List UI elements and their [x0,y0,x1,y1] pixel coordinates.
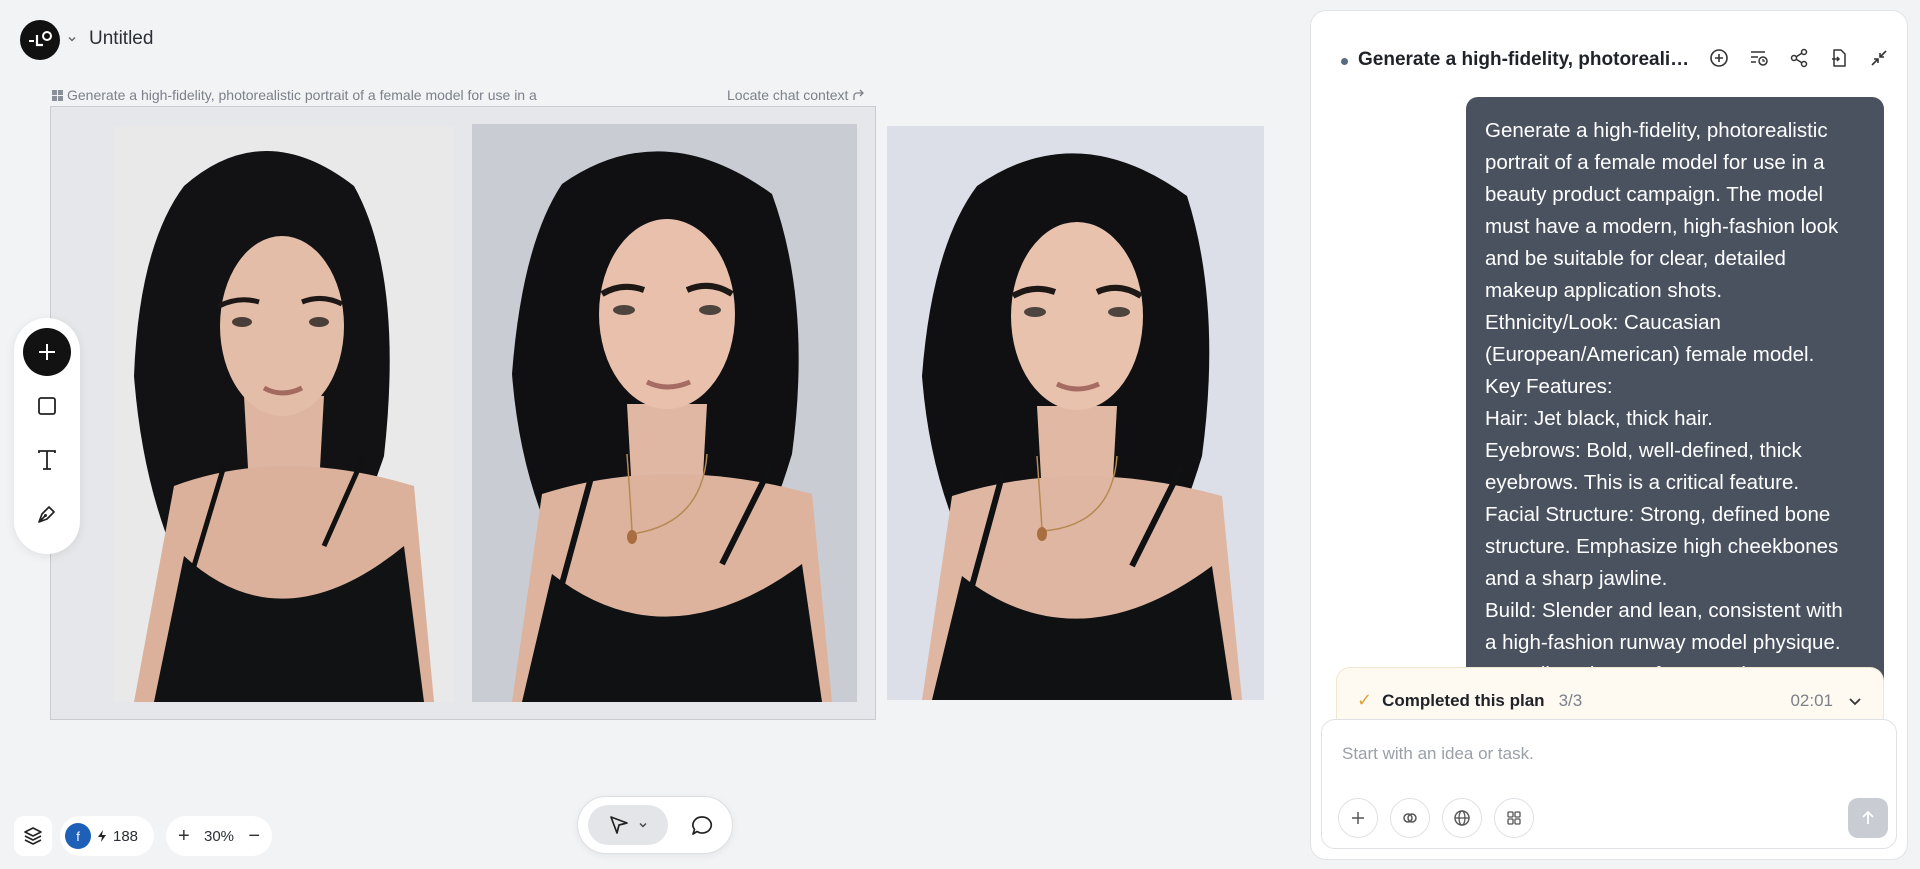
globe-icon [1454,810,1470,826]
message-line: portrait of a female model for use in a [1485,151,1825,174]
share-icon [1790,48,1808,68]
text-icon [38,450,56,470]
message-line: makeup application shots. [1485,279,1723,302]
apps-grid-icon [1507,811,1521,825]
export-button[interactable] [1826,45,1852,71]
add-tool-button[interactable] [23,328,71,376]
link-icon [1403,813,1417,823]
message-line: a high-fashion runway model physique. [1485,631,1841,654]
message-composer[interactable]: Start with an idea or task. [1321,719,1897,849]
plan-elapsed-time: 02:01 [1790,690,1833,710]
chevron-down-icon [639,823,647,828]
message-line: must have a modern, high-fashion look [1485,215,1839,238]
message-line: Generate a high-fidelity, photorealistic [1485,119,1828,142]
plan-step-count: 3/3 [1558,690,1583,710]
rectangle-tool-button[interactable] [23,382,71,430]
composer-input[interactable]: Start with an idea or task. [1342,744,1534,764]
link-button[interactable] [1390,798,1430,838]
apps-button[interactable] [1494,798,1534,838]
check-icon: ✓ [1357,690,1373,710]
lightning-icon [98,830,106,842]
tool-palette [14,318,80,554]
locate-chat-context-label: Locate chat context [727,87,849,103]
app-logo[interactable] [20,20,60,60]
zoom-level: 30% [203,827,235,845]
zoom-in-button[interactable]: + [178,826,190,846]
portrait-image-3[interactable] [887,126,1264,700]
pen-tool-button[interactable] [23,490,71,538]
chevron-down-icon[interactable] [66,33,78,45]
logo-icon [29,31,52,47]
message-line: Facial Structure: Strong, defined bone [1485,503,1831,526]
plus-icon [1352,812,1364,824]
attach-button[interactable] [1338,798,1378,838]
document-export-icon [1832,49,1846,67]
portrait-2-graphic [472,124,857,702]
portrait-image-2[interactable] [472,124,857,702]
plan-status-label: Completed this plan [1382,690,1545,710]
cursor-icon [610,816,628,834]
select-mode-button[interactable] [588,805,668,845]
frame-grid-icon [52,89,63,101]
message-line: (European/American) female model. [1485,343,1815,366]
user-message-bubble: Generate a high-fidelity, photorealistic… [1466,97,1884,697]
collapse-icon [1871,50,1887,66]
plus-icon [39,344,55,360]
collapse-panel-button[interactable] [1866,45,1892,71]
history-button[interactable] [1746,45,1772,71]
zoom-control: + 30% − [166,816,272,856]
arrow-up-icon [1862,810,1874,824]
rectangle-icon [38,397,56,415]
text-tool-button[interactable] [23,436,71,484]
avatar[interactable]: f [65,823,91,849]
message-line: Key Features: [1485,375,1613,398]
history-icon [1751,51,1768,66]
layers-icon [24,827,42,845]
mode-toolbar [577,796,733,854]
message-line: eyebrows. This is a critical feature. [1485,471,1800,494]
frame-label: Generate a high-fidelity, photorealistic… [52,87,537,103]
web-search-button[interactable] [1442,798,1482,838]
redirect-arrow-icon [853,89,865,100]
new-chat-button[interactable] [1706,45,1732,71]
chat-panel: Generate a high-fidelity, photorealisti.… [1310,10,1908,860]
status-dot [1341,58,1348,65]
chevron-down-icon[interactable] [1847,693,1863,709]
pen-icon [38,506,55,523]
plus-circle-icon [1710,49,1728,67]
portrait-3-graphic [887,126,1264,700]
share-button[interactable] [1786,45,1812,71]
frame-label-text: Generate a high-fidelity, photorealistic… [67,87,537,103]
chat-header-actions [1706,45,1892,71]
message-line: Ethnicity/Look: Caucasian [1485,311,1721,334]
zoom-out-button[interactable]: − [248,826,260,846]
layers-button[interactable] [14,816,52,856]
message-line: beauty product campaign. The model [1485,183,1824,206]
credits-badge: f 188 [60,816,154,856]
portrait-image-1[interactable] [114,126,454,702]
send-button[interactable] [1848,798,1888,838]
message-line: and be suitable for clear, detailed [1485,247,1786,270]
plan-status-content: ✓ Completed this plan 3/3 02:01 [1357,690,1863,711]
document-title[interactable]: Untitled [89,28,153,50]
message-line: and a sharp jawline. [1485,567,1668,590]
locate-chat-context-link[interactable]: Locate chat context [727,87,865,103]
comment-icon [692,816,713,835]
message-line: Eyebrows: Bold, well-defined, thick [1485,439,1802,462]
message-line: Build: Slender and lean, consistent with [1485,599,1843,622]
portrait-1-graphic [114,126,454,702]
chat-title: Generate a high-fidelity, photorealisti.… [1358,49,1698,70]
message-line: Hair: Jet black, thick hair. [1485,407,1713,430]
comment-mode-button[interactable] [684,808,720,844]
message-line: structure. Emphasize high cheekbones [1485,535,1839,558]
credits-count: 188 [113,827,139,845]
